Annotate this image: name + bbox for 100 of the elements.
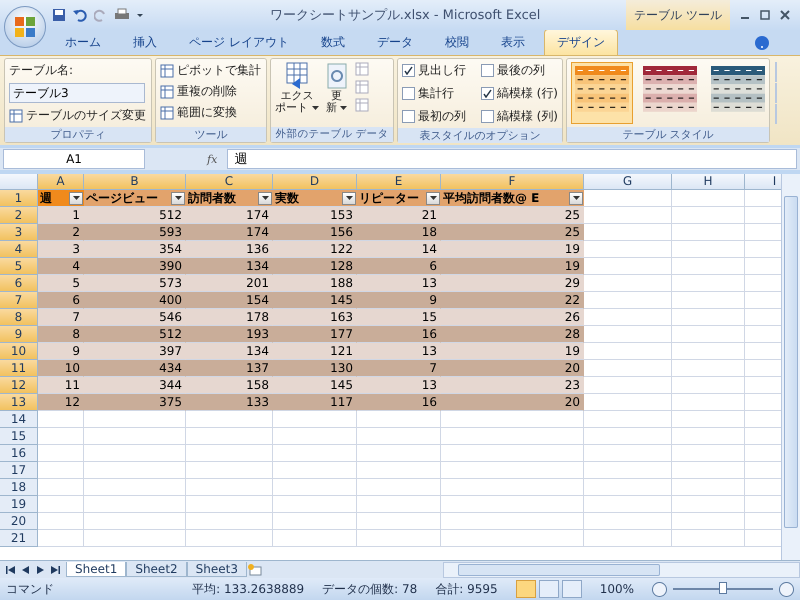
ribbon-tab[interactable]: 数式 bbox=[308, 29, 358, 55]
style-option-checkbox[interactable]: 最初の列 bbox=[402, 108, 475, 125]
next-sheet-icon[interactable] bbox=[36, 566, 45, 574]
scrollbar-thumb[interactable] bbox=[458, 564, 660, 576]
dropdown-icon[interactable] bbox=[136, 11, 144, 19]
column-header[interactable]: C bbox=[186, 174, 273, 190]
row-header[interactable]: 10 bbox=[0, 343, 38, 360]
filter-dropdown-button[interactable] bbox=[69, 192, 83, 204]
filter-dropdown-button[interactable] bbox=[258, 192, 272, 204]
last-sheet-icon[interactable] bbox=[51, 566, 60, 574]
table-header-cell[interactable]: 週 bbox=[38, 190, 84, 207]
checkbox[interactable] bbox=[480, 87, 494, 100]
table-name-field[interactable]: テーブル3 bbox=[9, 83, 145, 103]
zoom-in-button[interactable] bbox=[779, 582, 794, 596]
office-button[interactable] bbox=[4, 6, 46, 48]
name-box[interactable]: A1 bbox=[3, 149, 145, 169]
insert-sheet-icon[interactable] bbox=[246, 562, 263, 576]
row-header[interactable]: 18 bbox=[0, 479, 38, 496]
column-header[interactable]: D bbox=[273, 174, 357, 190]
column-header[interactable]: I bbox=[745, 174, 781, 190]
maximize-icon[interactable] bbox=[760, 10, 770, 20]
table-header-cell[interactable]: ページビュー bbox=[84, 190, 186, 207]
row-header[interactable]: 11 bbox=[0, 360, 38, 377]
ribbon-tab[interactable]: データ bbox=[364, 29, 426, 55]
row-header[interactable]: 9 bbox=[0, 326, 38, 343]
view-button[interactable] bbox=[538, 580, 559, 598]
horizontal-scrollbar[interactable] bbox=[442, 562, 800, 578]
sheet-tab[interactable]: Sheet3 bbox=[186, 562, 247, 577]
column-header[interactable]: G bbox=[584, 174, 672, 190]
row-header[interactable]: 15 bbox=[0, 428, 38, 445]
zoom-slider-thumb[interactable] bbox=[719, 582, 727, 594]
style-option-checkbox[interactable]: 縞模様 (列) bbox=[480, 108, 558, 125]
undo-icon[interactable] bbox=[72, 8, 88, 22]
style-option-checkbox[interactable]: 集計行 bbox=[402, 85, 475, 102]
tool-button[interactable]: 重複の削除 bbox=[160, 83, 261, 100]
row-header[interactable]: 21 bbox=[0, 530, 38, 547]
scrollbar-thumb[interactable] bbox=[784, 196, 798, 528]
ribbon-tab[interactable]: ホーム bbox=[52, 29, 114, 55]
style-option-checkbox[interactable]: 縞模様 (行) bbox=[480, 85, 558, 102]
ribbon-tab[interactable]: 挿入 bbox=[120, 29, 170, 55]
row-header[interactable]: 3 bbox=[0, 224, 38, 241]
column-header[interactable]: E bbox=[357, 174, 441, 190]
view-button[interactable] bbox=[562, 580, 582, 598]
column-header[interactable]: A bbox=[38, 174, 84, 190]
style-option-checkbox[interactable]: 最後の列 bbox=[480, 62, 558, 79]
row-header[interactable]: 2 bbox=[0, 207, 38, 224]
style-option-checkbox[interactable]: 見出し行 bbox=[402, 62, 475, 79]
checkbox[interactable] bbox=[402, 87, 415, 100]
sheet-tab[interactable]: Sheet1 bbox=[66, 562, 126, 577]
row-header[interactable]: 13 bbox=[0, 394, 38, 411]
close-icon[interactable] bbox=[780, 10, 790, 20]
row-header[interactable]: 4 bbox=[0, 241, 38, 258]
row-header[interactable]: 8 bbox=[0, 309, 38, 326]
filter-dropdown-button[interactable] bbox=[426, 192, 440, 204]
table-header-cell[interactable]: 平均訪問者数@ E bbox=[441, 190, 584, 207]
tool-button[interactable]: 範囲に変換 bbox=[160, 104, 261, 121]
row-header[interactable]: 17 bbox=[0, 462, 38, 479]
row-header[interactable]: 14 bbox=[0, 411, 38, 428]
checkbox[interactable] bbox=[402, 64, 415, 77]
row-header[interactable]: 1 bbox=[0, 190, 38, 207]
ribbon-tab[interactable]: 校閲 bbox=[432, 29, 482, 55]
view-button[interactable] bbox=[516, 580, 536, 598]
filter-dropdown-button[interactable] bbox=[171, 192, 185, 204]
resize-table-button[interactable]: テーブルのサイズ変更 bbox=[9, 107, 146, 124]
row-header[interactable]: 19 bbox=[0, 496, 38, 513]
export-button[interactable]: エクス ポート bbox=[275, 62, 318, 124]
checkbox[interactable] bbox=[402, 110, 415, 123]
formula-field[interactable]: 週 bbox=[227, 149, 797, 169]
row-header[interactable]: 7 bbox=[0, 292, 38, 309]
save-icon[interactable] bbox=[52, 8, 66, 22]
refresh-button[interactable]: 更 新 bbox=[324, 62, 348, 124]
table-header-cell[interactable]: 実数 bbox=[273, 190, 357, 207]
previous-sheet-icon[interactable] bbox=[21, 566, 30, 574]
tool-button[interactable]: ピボットで集計 bbox=[160, 62, 261, 79]
zoom-out-button[interactable] bbox=[652, 582, 667, 596]
row-header[interactable]: 16 bbox=[0, 445, 38, 462]
table-header-cell[interactable]: 訪問者数 bbox=[186, 190, 273, 207]
first-sheet-icon[interactable] bbox=[6, 566, 15, 574]
column-header[interactable]: F bbox=[441, 174, 584, 190]
select-all-button[interactable] bbox=[0, 174, 38, 190]
filter-dropdown-button[interactable] bbox=[342, 192, 356, 204]
row-header[interactable]: 5 bbox=[0, 258, 38, 275]
row-header[interactable]: 6 bbox=[0, 275, 38, 292]
ribbon-tab[interactable]: ページ レイアウト bbox=[176, 29, 302, 55]
checkbox[interactable] bbox=[480, 64, 494, 77]
vertical-scrollbar[interactable] bbox=[781, 174, 800, 560]
checkbox[interactable] bbox=[480, 110, 494, 123]
sheet-tab[interactable]: Sheet2 bbox=[126, 562, 187, 577]
help-icon[interactable] bbox=[754, 35, 770, 51]
filter-dropdown-button[interactable] bbox=[569, 192, 583, 204]
row-header[interactable]: 12 bbox=[0, 377, 38, 394]
insert-function-button[interactable]: fx bbox=[207, 152, 218, 166]
row-header[interactable]: 20 bbox=[0, 513, 38, 530]
column-header[interactable]: H bbox=[672, 174, 745, 190]
print-icon[interactable] bbox=[114, 8, 130, 22]
ribbon-tab[interactable]: デザイン bbox=[544, 29, 618, 55]
table-style-swatch[interactable] bbox=[571, 62, 633, 124]
table-header-cell[interactable]: リピーター bbox=[357, 190, 441, 207]
column-header[interactable]: B bbox=[84, 174, 186, 190]
ribbon-tab[interactable]: 表示 bbox=[488, 29, 538, 55]
